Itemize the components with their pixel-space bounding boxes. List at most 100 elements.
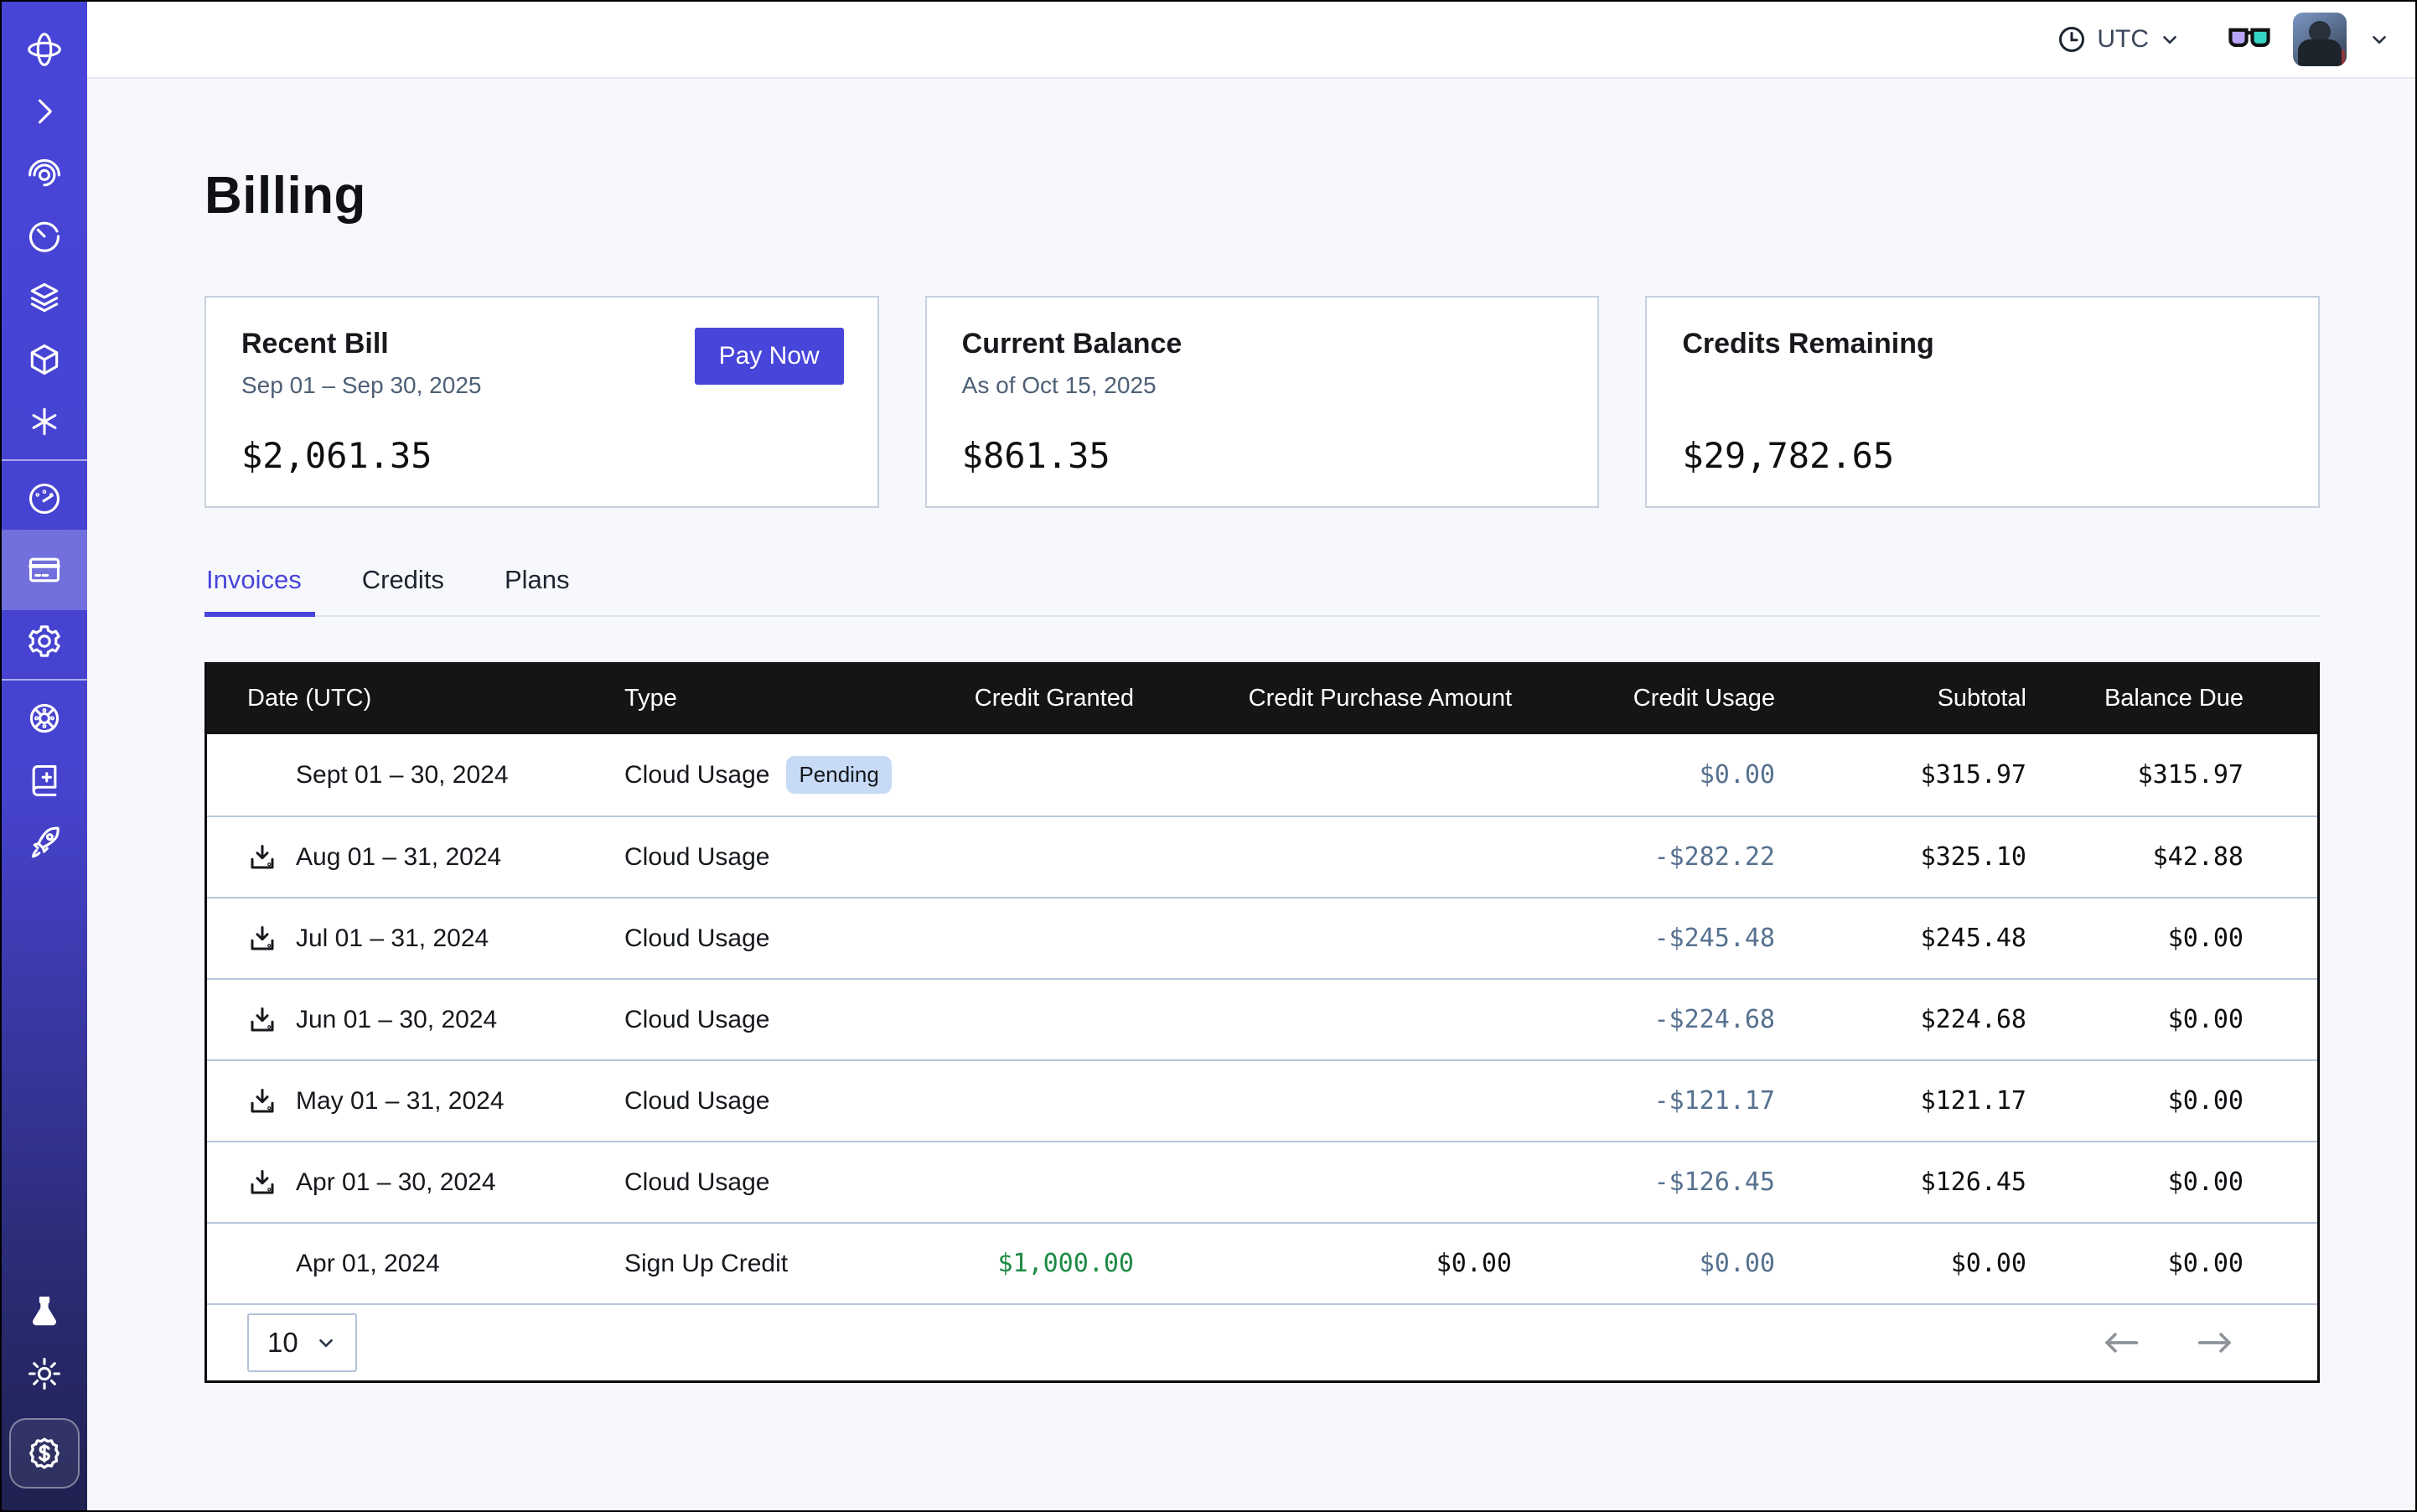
credit-purchase-value: $0.00 <box>1134 1249 1512 1278</box>
card-title: Current Balance <box>962 328 1563 360</box>
credit-usage-value: $0.00 <box>1512 760 1775 790</box>
sidebar <box>2 2 87 1510</box>
invoices-table: Date (UTC)TypeCredit GrantedCredit Purch… <box>204 662 2320 1383</box>
invoice-type: Sign Up Credit <box>624 1250 788 1278</box>
cube-icon[interactable] <box>2 329 87 391</box>
table-row: Apr 01 – 30, 2024 Cloud Usage -$126.45 $… <box>207 1141 2317 1222</box>
chevron-down-icon <box>315 1332 337 1354</box>
tab-credits[interactable]: Credits <box>360 560 449 615</box>
timer-icon[interactable] <box>2 205 87 267</box>
credit-usage-value: -$282.22 <box>1512 842 1775 872</box>
download-invoice-button[interactable] <box>247 1005 277 1035</box>
status-badge: Pending <box>786 756 891 794</box>
clock-icon <box>2057 24 2087 54</box>
summary-cards: Recent Bill Sep 01 – Sep 30, 2025 Pay No… <box>204 296 2320 508</box>
column-header: Subtotal <box>1775 685 2026 712</box>
logo-orbit-icon[interactable] <box>2 18 87 80</box>
subtotal-value: $325.10 <box>1775 842 2026 872</box>
table-row: Jul 01 – 31, 2024 Cloud Usage -$245.48 $… <box>207 897 2317 978</box>
download-invoice-button[interactable] <box>247 924 277 954</box>
download-icon <box>247 1005 277 1035</box>
column-header: Balance Due <box>2026 685 2244 712</box>
pricing-dollar-icon[interactable] <box>9 1418 80 1489</box>
billing-card-icon[interactable] <box>2 530 87 610</box>
invoice-date: May 01 – 31, 2024 <box>296 1087 505 1116</box>
prev-page-arrow-icon[interactable] <box>2101 1328 2141 1357</box>
table-row: Aug 01 – 31, 2024 Cloud Usage -$282.22 $… <box>207 816 2317 897</box>
expand-chevron-icon[interactable] <box>2 80 87 142</box>
subtotal-value: $0.00 <box>1775 1249 2026 1278</box>
subtotal-value: $245.48 <box>1775 924 2026 953</box>
column-header: Date (UTC) <box>247 685 624 712</box>
chevron-down-icon[interactable] <box>2368 28 2390 50</box>
table-row: May 01 – 31, 2024 Cloud Usage -$121.17 $… <box>207 1059 2317 1141</box>
avatar[interactable] <box>2293 13 2347 66</box>
column-header: Credit Purchase Amount <box>1134 685 1512 712</box>
spiral-eye-icon[interactable] <box>2 142 87 205</box>
page-size-select[interactable]: 10 <box>247 1313 357 1372</box>
current-balance-amount: $861.35 <box>962 435 1563 476</box>
balance-due-value: $315.97 <box>2026 760 2244 790</box>
invoice-date: Jun 01 – 30, 2024 <box>296 1006 497 1034</box>
glasses-icon[interactable] <box>2228 23 2271 56</box>
billing-page: Billing Recent Bill Sep 01 – Sep 30, 202… <box>87 79 2415 1510</box>
chevron-down-icon <box>2159 28 2181 50</box>
current-balance-card: Current Balance As of Oct 15, 2025 $861.… <box>925 296 1600 508</box>
table-header-row: Date (UTC)TypeCredit GrantedCredit Purch… <box>207 662 2317 734</box>
download-icon <box>247 1086 277 1116</box>
layers-icon[interactable] <box>2 267 87 329</box>
docs-book-icon[interactable] <box>2 749 87 811</box>
column-header: Type <box>624 685 960 712</box>
invoice-date: Apr 01 – 30, 2024 <box>296 1168 496 1197</box>
credits-remaining-card: Credits Remaining $29,782.65 <box>1645 296 2320 508</box>
invoice-date: Apr 01, 2024 <box>296 1250 440 1278</box>
subtotal-value: $315.97 <box>1775 760 2026 790</box>
table-row: Apr 01, 2024 Sign Up Credit $1,000.00 $0… <box>207 1222 2317 1303</box>
subtotal-value: $126.45 <box>1775 1168 2026 1197</box>
balance-due-value: $0.00 <box>2026 1086 2244 1116</box>
theme-sun-icon[interactable] <box>2 1343 87 1405</box>
balance-due-value: $42.88 <box>2026 842 2244 872</box>
column-header: Credit Granted <box>960 685 1134 712</box>
invoice-type: Cloud Usage <box>624 843 769 872</box>
balance-due-value: $0.00 <box>2026 1005 2244 1034</box>
download-invoice-button[interactable] <box>247 1168 277 1198</box>
download-invoice-button[interactable] <box>247 1086 277 1116</box>
gear-icon[interactable] <box>2 610 87 672</box>
labs-flask-icon[interactable] <box>2 1281 87 1343</box>
invoice-type: Cloud Usage <box>624 1168 769 1197</box>
next-page-arrow-icon[interactable] <box>2195 1328 2235 1357</box>
subtotal-value: $121.17 <box>1775 1086 2026 1116</box>
tab-plans[interactable]: Plans <box>503 560 575 615</box>
page-size-value: 10 <box>267 1327 298 1359</box>
tab-invoices[interactable]: Invoices <box>204 560 307 615</box>
asterisk-icon[interactable] <box>2 391 87 453</box>
credit-usage-value: -$224.68 <box>1512 1005 1775 1034</box>
credit-usage-value: $0.00 <box>1512 1249 1775 1278</box>
timezone-label: UTC <box>2097 25 2149 54</box>
credits-remaining-amount: $29,782.65 <box>1682 435 2283 476</box>
download-invoice-button[interactable] <box>247 842 277 873</box>
subtotal-value: $224.68 <box>1775 1005 2026 1034</box>
invoice-table-body: Sept 01 – 30, 2024 Cloud Usage Pending $… <box>207 734 2317 1303</box>
invoice-type: Cloud Usage <box>624 1006 769 1034</box>
ship-wheel-icon[interactable] <box>2 687 87 749</box>
invoice-date: Sept 01 – 30, 2024 <box>296 761 509 790</box>
topbar: UTC <box>87 2 2415 79</box>
card-title: Credits Remaining <box>1682 328 2283 360</box>
credit-usage-value: -$245.48 <box>1512 924 1775 953</box>
pay-now-button[interactable]: Pay Now <box>695 328 844 385</box>
gauge-icon[interactable] <box>2 468 87 530</box>
download-icon <box>247 924 277 954</box>
credit-usage-value: -$121.17 <box>1512 1086 1775 1116</box>
timezone-selector[interactable]: UTC <box>2057 24 2181 54</box>
invoice-type: Cloud Usage <box>624 761 769 790</box>
sidebar-divider <box>2 459 87 461</box>
billing-tabs: Invoices Credits Plans <box>204 560 2320 617</box>
column-header: Credit Usage <box>1512 685 1775 712</box>
page-title: Billing <box>204 166 2320 225</box>
balance-due-value: $0.00 <box>2026 1249 2244 1278</box>
balance-as-of: As of Oct 15, 2025 <box>962 372 1563 399</box>
sidebar-divider <box>2 679 87 681</box>
rocket-icon[interactable] <box>2 811 87 873</box>
